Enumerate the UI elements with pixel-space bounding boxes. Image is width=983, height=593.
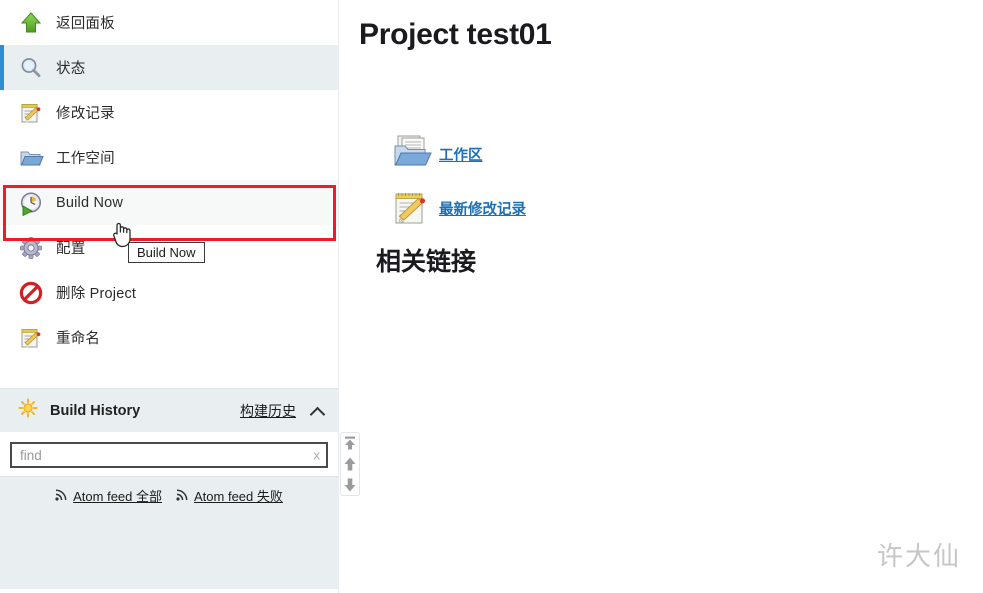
scroll-down-button[interactable] [342, 477, 358, 493]
build-history-header-actions: 构建历史 [240, 401, 326, 421]
feed-label: Atom feed 失败 [194, 489, 283, 504]
atom-feed-all-link[interactable]: Atom feed 全部 [55, 486, 162, 505]
find-field-wrapper: x [10, 442, 328, 468]
rss-icon [176, 488, 189, 504]
build-history-body: x [0, 432, 338, 476]
find-input[interactable] [12, 444, 326, 466]
sidebar-item-label: 删除 Project [56, 286, 137, 302]
atom-feed-failed-link[interactable]: Atom feed 失败 [176, 486, 283, 505]
sidebar-item-label: 返回面板 [56, 16, 115, 32]
notepad-pencil-icon [18, 325, 44, 351]
magnifier-icon [18, 55, 44, 81]
build-history-title: Build History [50, 402, 141, 419]
sidebar-nav-list: 返回面板 状态 修改记录 工作空间 Build Now 配置 删除 Projec… [0, 0, 338, 360]
sidebar-item-label: 配置 [56, 241, 86, 257]
notepad-pencil-icon [391, 188, 435, 228]
rss-icon [55, 488, 68, 504]
notepad-pencil-icon [18, 100, 44, 126]
sidebar-item-changes[interactable]: 修改记录 [0, 90, 338, 135]
sidebar-item-label: Build Now [56, 194, 124, 211]
folder-documents-icon [391, 134, 435, 174]
build-history-spacer [0, 514, 338, 589]
jenkins-project-page: 返回面板 状态 修改记录 工作空间 Build Now 配置 删除 Projec… [0, 0, 983, 593]
clock-play-icon [18, 190, 44, 216]
main-link-label: 最新修改记录 [439, 201, 526, 218]
green-up-arrow-icon [18, 10, 44, 36]
feed-label: Atom feed 全部 [73, 489, 162, 504]
main-content: Project test01 工作区 最新修改记录 相关链接 [339, 0, 983, 593]
build-history-panel: Build History 构建历史 x [0, 388, 338, 589]
delete-prohibition-icon [18, 280, 44, 306]
page-title: Project test01 [359, 18, 552, 51]
scroll-button-group [340, 432, 360, 496]
sidebar-item-rename[interactable]: 重命名 [0, 315, 338, 360]
sidebar-item-label: 工作空间 [56, 151, 115, 167]
sidebar-item-label: 重命名 [56, 331, 101, 347]
recent-changes-link[interactable]: 最新修改记录 [391, 188, 983, 228]
sidebar-item-delete-project[interactable]: 删除 Project [0, 270, 338, 315]
sidebar-item-workspace[interactable]: 工作空间 [0, 135, 338, 180]
main-links-list: 工作区 最新修改记录 [391, 134, 983, 228]
main-link-label: 工作区 [439, 147, 483, 164]
sidebar-item-status[interactable]: 状态 [0, 45, 338, 90]
folder-icon [18, 145, 44, 171]
build-history-header: Build History 构建历史 [0, 388, 338, 432]
clear-icon[interactable]: x [314, 449, 321, 462]
gear-icon [18, 235, 44, 261]
build-history-link[interactable]: 构建历史 [240, 401, 296, 421]
sidebar-item-back-to-dashboard[interactable]: 返回面板 [0, 0, 338, 45]
workspace-link[interactable]: 工作区 [391, 134, 983, 174]
sidebar-item-label: 修改记录 [56, 106, 115, 122]
sun-icon [18, 398, 38, 423]
sidebar-item-label: 状态 [56, 61, 86, 77]
scroll-up-button[interactable] [342, 456, 358, 472]
scroll-to-top-button[interactable] [342, 435, 358, 451]
build-history-footer: Atom feed 全部 Atom feed 失败 [0, 476, 338, 514]
watermark: 许大仙 [876, 542, 961, 572]
tooltip: Build Now [128, 242, 205, 263]
sidebar-item-build-now[interactable]: Build Now [0, 180, 338, 225]
chevron-up-icon[interactable] [310, 403, 326, 419]
related-links-heading: 相关链接 [376, 248, 477, 276]
sidebar: 返回面板 状态 修改记录 工作空间 Build Now 配置 删除 Projec… [0, 0, 339, 593]
